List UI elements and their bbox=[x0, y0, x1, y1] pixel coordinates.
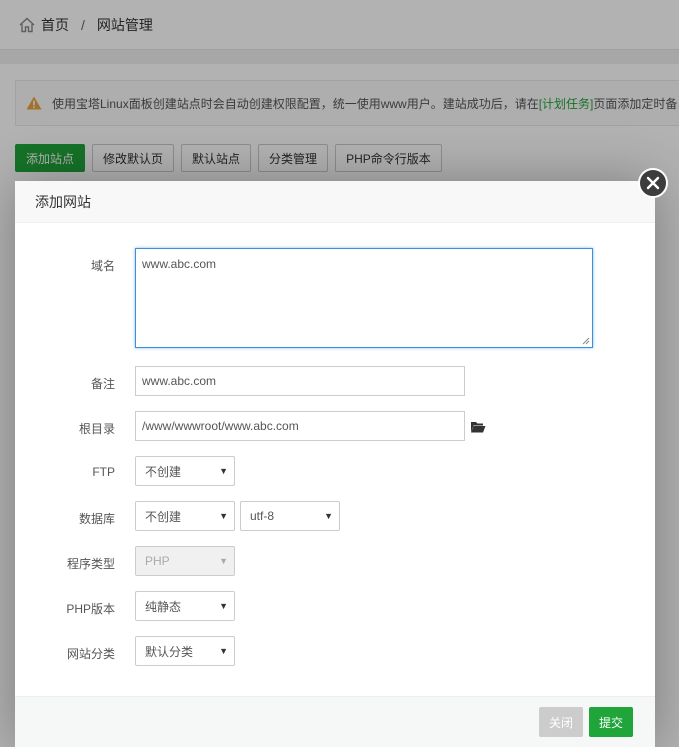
domain-label: 域名 bbox=[90, 259, 115, 273]
root-dir-value: /www/wwwroot/www.abc.com bbox=[142, 419, 299, 433]
site-category-select[interactable]: 默认分类 ▼ bbox=[135, 636, 235, 666]
close-dialog-button[interactable] bbox=[638, 168, 668, 198]
remark-value: www.abc.com bbox=[142, 374, 217, 388]
caret-down-icon: ▼ bbox=[219, 466, 228, 476]
dialog-footer: 关闭 提交 bbox=[15, 696, 655, 747]
submit-button[interactable]: 提交 bbox=[589, 707, 634, 737]
add-site-dialog: 添加网站 域名 www.abc.com 备注 www.abc.com 根目录 /… bbox=[15, 181, 655, 747]
php-version-label: PHP版本 bbox=[66, 602, 115, 616]
php-version-select[interactable]: 纯静态 ▼ bbox=[135, 591, 235, 621]
program-type-label: 程序类型 bbox=[66, 557, 115, 571]
site-category-label: 网站分类 bbox=[66, 647, 115, 661]
resize-grip-icon[interactable] bbox=[582, 337, 590, 345]
site-category-value: 默认分类 bbox=[145, 644, 194, 659]
database-label: 数据库 bbox=[78, 512, 115, 526]
ftp-value: 不创建 bbox=[145, 464, 182, 479]
dialog-title: 添加网站 bbox=[15, 181, 655, 223]
close-icon bbox=[646, 176, 660, 190]
program-type-select: PHP ▼ bbox=[135, 546, 235, 576]
caret-down-icon: ▼ bbox=[219, 646, 228, 656]
domain-textarea[interactable]: www.abc.com bbox=[135, 248, 593, 348]
close-button[interactable]: 关闭 bbox=[539, 707, 584, 737]
remark-input[interactable]: www.abc.com bbox=[135, 366, 465, 396]
php-version-value: 纯静态 bbox=[145, 599, 182, 614]
charset-value: utf-8 bbox=[250, 509, 275, 523]
database-value: 不创建 bbox=[145, 509, 182, 524]
caret-down-icon: ▼ bbox=[324, 511, 333, 521]
caret-down-icon: ▼ bbox=[219, 601, 228, 611]
remark-label: 备注 bbox=[90, 377, 115, 391]
root-dir-input[interactable]: /www/wwwroot/www.abc.com bbox=[135, 411, 465, 441]
caret-down-icon: ▼ bbox=[219, 511, 228, 521]
ftp-label: FTP bbox=[92, 465, 115, 479]
caret-down-icon: ▼ bbox=[219, 556, 228, 566]
charset-select[interactable]: utf-8 ▼ bbox=[240, 501, 340, 531]
program-type-value: PHP bbox=[145, 554, 170, 568]
root-dir-label: 根目录 bbox=[78, 422, 115, 436]
database-select[interactable]: 不创建 ▼ bbox=[135, 501, 235, 531]
folder-open-icon[interactable] bbox=[470, 420, 486, 434]
ftp-select[interactable]: 不创建 ▼ bbox=[135, 456, 235, 486]
domain-value: www.abc.com bbox=[142, 257, 217, 271]
